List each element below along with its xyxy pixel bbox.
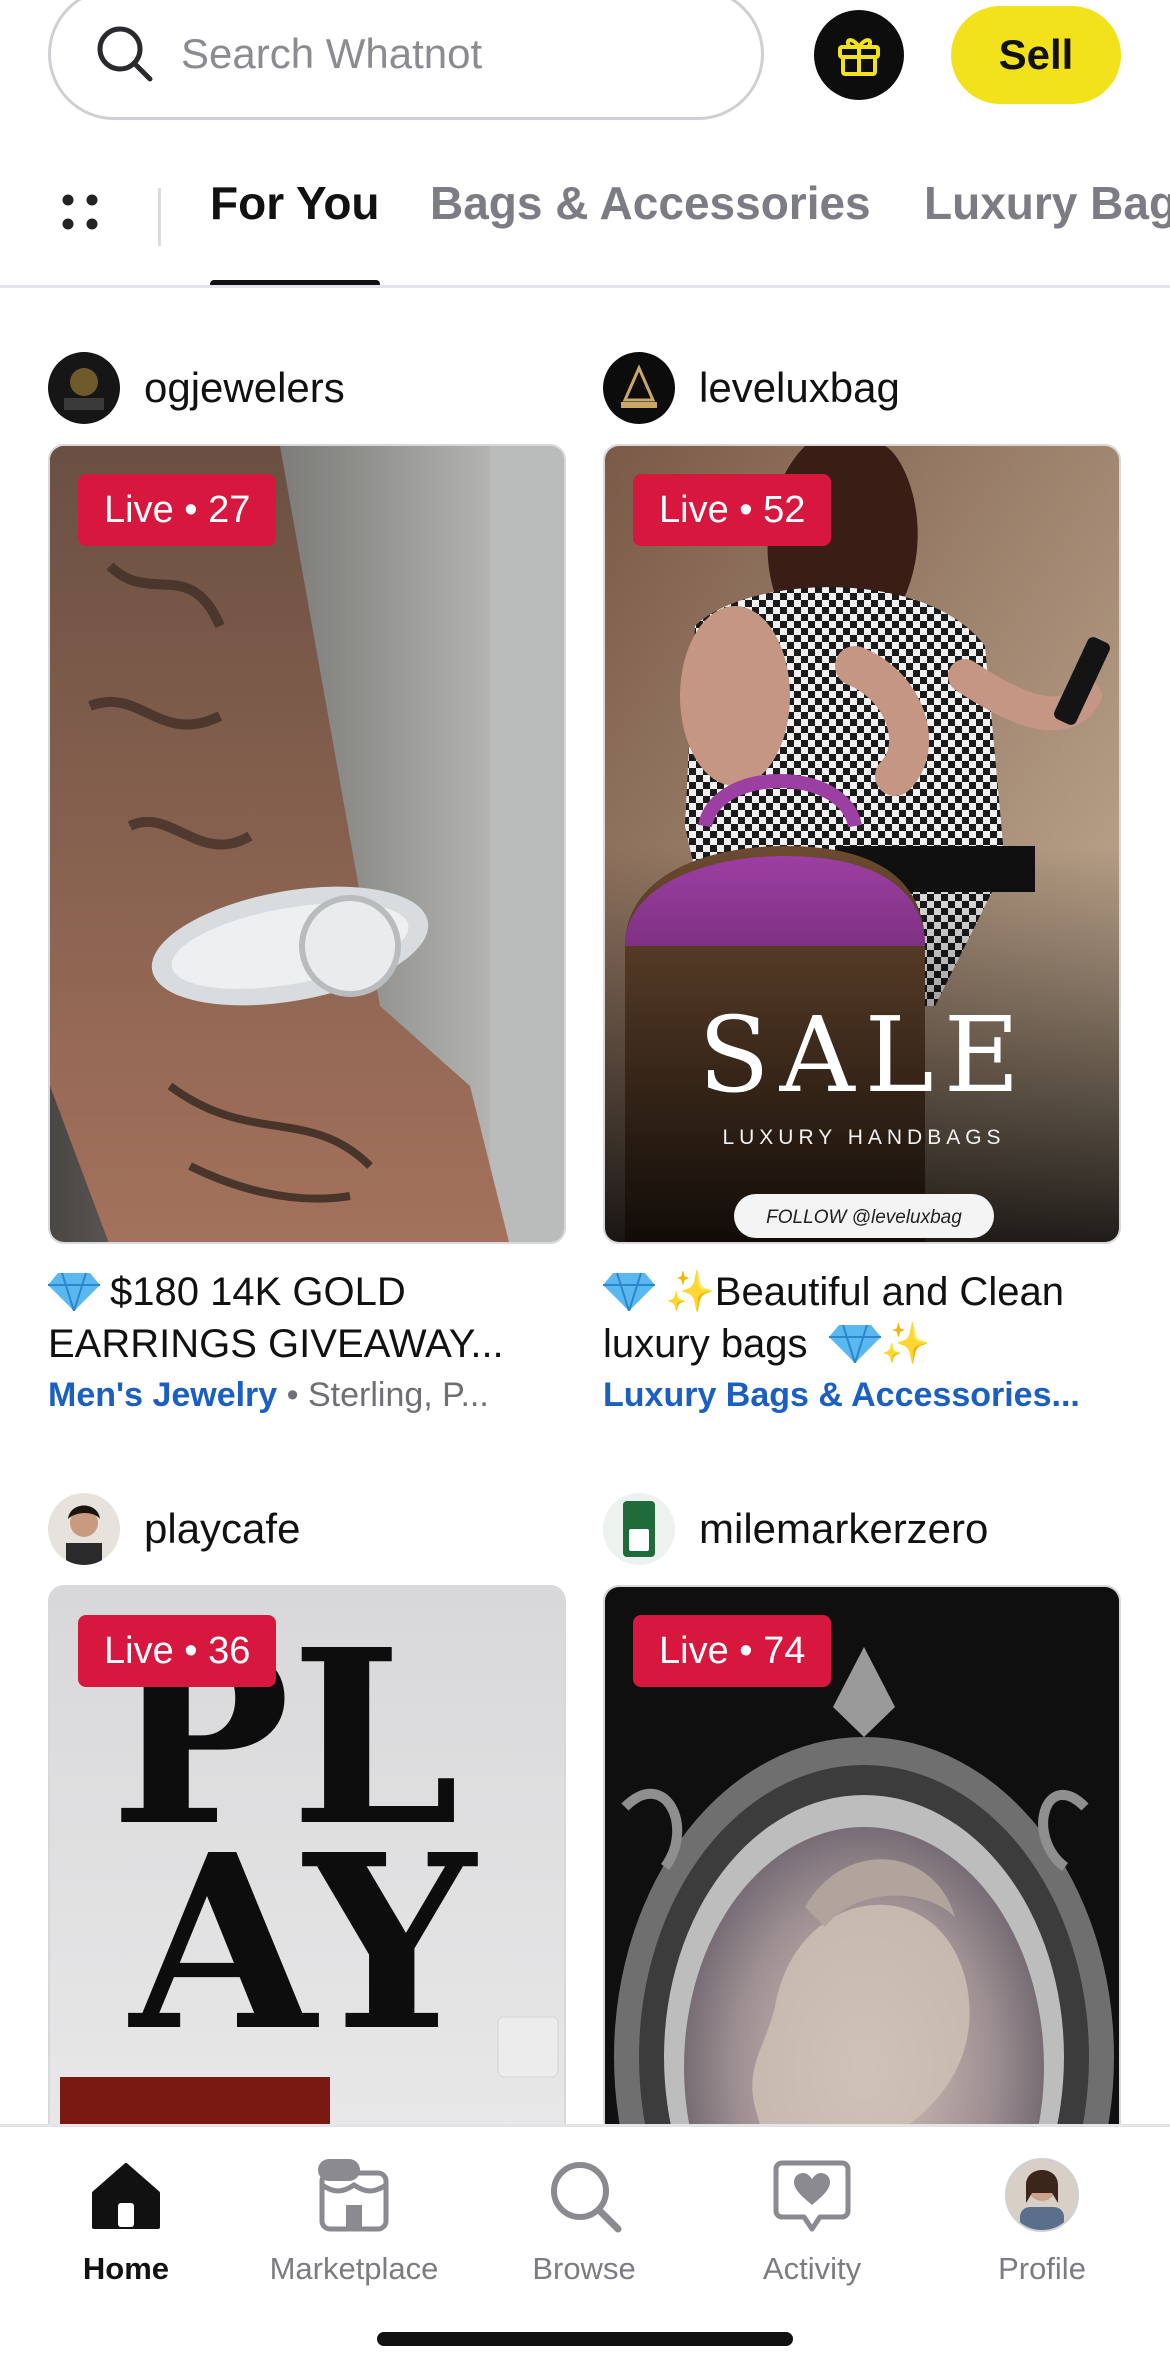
tab-bags-accessories[interactable]: Bags & Accessories xyxy=(430,176,871,230)
browse-icon xyxy=(551,2162,622,2233)
top-bar: Search Whatnot Sell xyxy=(0,0,1170,140)
gift-icon xyxy=(838,38,880,76)
diamond-emoji-icon xyxy=(603,1272,655,1311)
stream-thumbnail[interactable]: Live • 27 xyxy=(48,444,566,1244)
listing-card[interactable]: milemarkerzero Live • 74 xyxy=(603,1493,1121,2125)
categories-grid-icon[interactable] xyxy=(58,190,104,236)
live-viewers-badge: Live • 27 xyxy=(78,474,277,546)
listing-meta: Luxury Bags & Accessories... xyxy=(603,1376,1121,1415)
gift-button[interactable] xyxy=(814,10,904,100)
search-input[interactable]: Search Whatnot xyxy=(48,0,764,120)
listing-meta: Men's Jewelry • Sterling, P... xyxy=(48,1376,566,1415)
seller-avatar[interactable] xyxy=(48,1493,120,1565)
listing-card[interactable]: leveluxbag SALE LUXURY HANDBAGS FOLLOW @… xyxy=(603,352,1121,1415)
nav-label: Profile xyxy=(998,2251,1086,2286)
seller-name[interactable]: ogjewelers xyxy=(144,364,345,412)
seller-name[interactable]: milemarkerzero xyxy=(699,1505,988,1553)
nav-label: Browse xyxy=(532,2251,636,2286)
stream-image: SALE LUXURY HANDBAGS FOLLOW @leveluxbag xyxy=(605,446,1119,1242)
nav-profile[interactable]: Profile xyxy=(942,2153,1142,2287)
stream-thumbnail[interactable]: PL AY Live • 36 xyxy=(48,1585,566,2125)
sparkles-emoji: ✨ xyxy=(880,1322,931,1366)
stream-image xyxy=(50,446,564,1242)
seller-name[interactable]: playcafe xyxy=(144,1505,300,1553)
sell-button[interactable]: Sell xyxy=(951,6,1121,104)
listing-card[interactable]: ogjewelers Live • 27 $180 14K GOLD EARRI… xyxy=(48,352,566,1415)
listing-feed: ogjewelers Live • 27 $180 14K GOLD EARRI… xyxy=(0,290,1170,2125)
search-placeholder: Search Whatnot xyxy=(181,30,483,77)
seller-avatar[interactable] xyxy=(603,1493,675,1565)
diamond-emoji-icon xyxy=(48,1272,100,1311)
activity-icon xyxy=(773,2160,851,2232)
sale-subline: LUXURY HANDBAGS xyxy=(722,1126,1005,1149)
stream-thumbnail[interactable]: Live • 74 xyxy=(603,1585,1121,2125)
nav-marketplace[interactable]: Marketplace xyxy=(254,2153,454,2287)
play-text-line2: AY xyxy=(128,1802,478,2084)
profile-avatar xyxy=(1005,2158,1079,2232)
seller-row[interactable]: milemarkerzero xyxy=(603,1493,1121,1565)
nav-browse[interactable]: Browse xyxy=(484,2153,684,2287)
home-icon xyxy=(92,2163,160,2229)
nav-activity[interactable]: Activity xyxy=(712,2153,912,2287)
live-viewers-badge: Live • 36 xyxy=(78,1615,277,1687)
follow-handle: FOLLOW @leveluxbag xyxy=(766,1207,962,1228)
tab-for-you[interactable]: For You xyxy=(210,176,380,230)
live-viewers-badge: Live • 52 xyxy=(633,474,832,546)
active-tab-indicator xyxy=(210,280,380,285)
nav-home[interactable]: Home xyxy=(26,2153,226,2287)
diamond-emoji-icon xyxy=(828,1324,881,1363)
live-viewers-badge: Live • 74 xyxy=(633,1615,832,1687)
seller-avatar[interactable] xyxy=(48,352,120,424)
category-tabs: For You Bags & Accessories Luxury Bags xyxy=(0,150,1170,288)
tab-divider xyxy=(158,188,161,246)
listing-title[interactable]: ✨Beautiful and Clean luxury bags ✨ xyxy=(603,1266,1121,1370)
seller-row[interactable]: playcafe xyxy=(48,1493,566,1565)
home-indicator[interactable] xyxy=(377,2332,793,2346)
listing-title-text: $180 14K GOLD EARRINGS GIVEAWAY... xyxy=(48,1270,504,1366)
nav-label: Marketplace xyxy=(269,2251,439,2286)
subcategory-text: • Sterling, P... xyxy=(277,1376,489,1414)
seller-avatar[interactable] xyxy=(603,352,675,424)
category-link[interactable]: Luxury Bags & Accessories... xyxy=(603,1376,1080,1414)
sale-headline: SALE xyxy=(698,994,1029,1116)
tab-luxury-bags[interactable]: Luxury Bags xyxy=(924,176,1170,230)
seller-name[interactable]: leveluxbag xyxy=(699,364,900,412)
listing-card[interactable]: playcafe PL AY Live • 36 xyxy=(48,1493,566,2125)
search-icon xyxy=(97,26,153,82)
seller-row[interactable]: ogjewelers xyxy=(48,352,566,424)
stream-thumbnail[interactable]: SALE LUXURY HANDBAGS FOLLOW @leveluxbag … xyxy=(603,444,1121,1244)
nav-label: Activity xyxy=(762,2251,862,2286)
listing-title[interactable]: $180 14K GOLD EARRINGS GIVEAWAY... xyxy=(48,1266,566,1370)
seller-row[interactable]: leveluxbag xyxy=(603,352,1121,424)
marketplace-icon xyxy=(318,2159,389,2232)
category-link[interactable]: Men's Jewelry xyxy=(48,1376,277,1414)
nav-label: Home xyxy=(82,2251,170,2286)
